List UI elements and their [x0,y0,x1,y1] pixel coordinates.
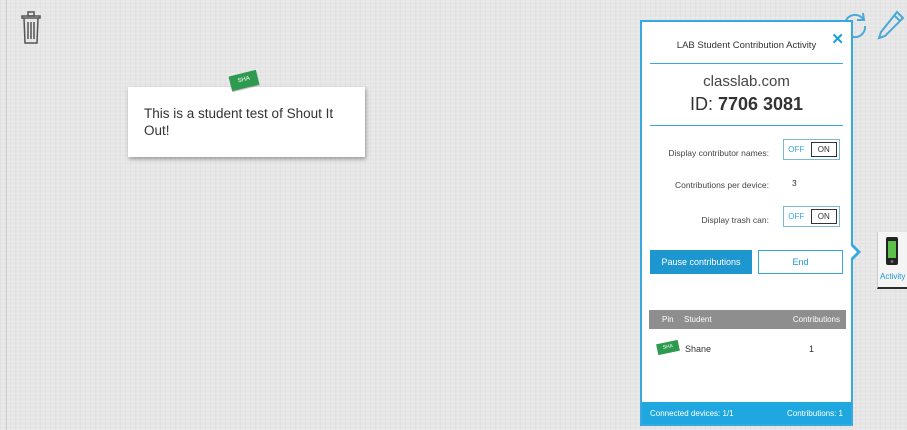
room-id: ID: 7706 3081 [642,94,851,115]
row-student: Shane [685,344,712,354]
end-button[interactable]: End [758,250,843,274]
note-text: This is a student test of Shout It Out! [144,106,334,138]
display-names-label: Display contributor names: [668,148,769,158]
toggle-on[interactable]: ON [810,209,837,224]
toggle-on[interactable]: ON [810,142,837,157]
panel-title: LAB Student Contribution Activity [676,40,817,51]
divider [650,125,843,126]
row-pin-badge: SHA [656,339,680,356]
toggle-off[interactable]: OFF [784,207,809,226]
total-contributions: Contributions: 1 [786,409,843,418]
pencil-icon[interactable] [875,8,907,44]
pause-contributions-button[interactable]: Pause contributions [650,250,752,274]
panel-pointer [849,242,861,262]
phone-icon [886,237,898,265]
contributions-per-device-value[interactable]: 3 [792,178,797,188]
table-row: SHA Shane 1 [649,336,846,362]
room-id-prefix: ID: [689,94,713,114]
toggle-off[interactable]: OFF [784,140,809,159]
student-note-card[interactable]: This is a student test of Shout It Out! [128,87,365,157]
activity-tab[interactable]: Activity [877,232,907,289]
panel-footer: Connected devices: 1/1 Contributions: 1 [642,402,851,424]
divider [650,63,843,64]
col-student: Student [684,315,712,324]
activity-label: Activity [880,272,906,281]
col-contributions: Contributions [792,315,840,324]
row-contributions: 1 [808,344,814,354]
close-icon[interactable]: ✕ [831,30,844,48]
activity-panel: LAB Student Contribution Activity ✕ clas… [640,20,853,426]
site-domain: classlab.com [703,73,790,90]
trash-icon[interactable] [20,10,42,46]
contributions-per-device-label: Contributions per device: [674,180,769,190]
contributions-table-header: Pin Student Contributions [649,310,846,329]
connected-devices: Connected devices: 1/1 [650,409,734,418]
display-trash-toggle[interactable]: OFF ON [783,206,840,227]
col-pin: Pin [662,315,674,324]
display-trash-label: Display trash can: [701,215,769,225]
room-id-value: 7706 3081 [717,94,804,114]
display-names-toggle[interactable]: OFF ON [783,139,840,160]
